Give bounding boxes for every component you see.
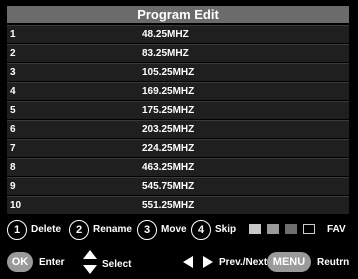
key-4-icon[interactable]: 4: [191, 220, 211, 240]
program-number: 1: [10, 29, 16, 40]
color-key-2-icon: [267, 224, 279, 234]
skip-label: Skip: [215, 224, 237, 235]
program-row-6[interactable]: 6 203.25MHZ: [7, 120, 349, 138]
key-legend-row-1: 1 Delete 2 Rename 3 Move 4 Skip FAV: [7, 220, 355, 240]
program-row-5[interactable]: 5 175.25MHZ: [7, 101, 349, 119]
program-row-7[interactable]: 7 224.25MHZ: [7, 139, 349, 157]
rename-label: Rename: [93, 224, 132, 235]
program-row-1[interactable]: 1 48.25MHZ: [7, 25, 349, 43]
program-frequency: 545.75MHZ: [142, 181, 195, 192]
program-number: 9: [10, 181, 16, 192]
program-row-3[interactable]: 3 105.25MHZ: [7, 63, 349, 81]
program-frequency: 105.25MHZ: [142, 67, 195, 78]
program-frequency: 463.25MHZ: [142, 162, 195, 173]
program-frequency: 224.25MHZ: [142, 143, 195, 154]
color-key-1-icon: [249, 224, 261, 234]
program-frequency: 169.25MHZ: [142, 86, 195, 97]
left-right-arrows-icon: [183, 256, 213, 268]
select-label: Select: [102, 259, 132, 270]
key-legend-row-2: OK Enter Select Prev./Next MENU Reutrn: [7, 250, 355, 274]
fav-label: FAV: [327, 224, 346, 235]
key-1-icon[interactable]: 1: [7, 220, 27, 240]
program-number: 10: [10, 200, 22, 211]
color-key-3-icon: [285, 224, 297, 234]
program-frequency: 175.25MHZ: [142, 105, 195, 116]
program-number: 3: [10, 67, 16, 78]
program-number: 8: [10, 162, 16, 173]
program-number: 5: [10, 105, 16, 116]
page-title: Program Edit: [7, 6, 349, 23]
move-label: Move: [161, 224, 187, 235]
delete-label: Delete: [31, 224, 62, 235]
prev-next-label: Prev./Next: [219, 257, 268, 268]
program-row-2[interactable]: 2 83.25MHZ: [7, 44, 349, 62]
enter-label: Enter: [39, 257, 65, 268]
ok-button[interactable]: OK: [7, 252, 33, 272]
program-row-8[interactable]: 8 463.25MHZ: [7, 158, 349, 176]
menu-button[interactable]: MENU: [267, 252, 311, 272]
program-frequency: 551.25MHZ: [142, 200, 195, 211]
color-key-4-icon: [303, 224, 315, 234]
up-down-arrows-icon: [83, 250, 97, 274]
program-frequency: 83.25MHZ: [142, 48, 189, 59]
program-row-4[interactable]: 4 169.25MHZ: [7, 82, 349, 100]
return-label: Reutrn: [317, 257, 350, 268]
program-list: 1 48.25MHZ 2 83.25MHZ 3 105.25MHZ 4 169.25MH…: [7, 25, 349, 215]
program-row-9[interactable]: 9 545.75MHZ: [7, 177, 349, 195]
program-number: 6: [10, 124, 16, 135]
program-row-10[interactable]: 10 551.25MHZ: [7, 196, 349, 214]
program-frequency: 48.25MHZ: [142, 29, 189, 40]
key-3-icon[interactable]: 3: [137, 220, 157, 240]
program-number: 2: [10, 48, 16, 59]
program-number: 4: [10, 86, 16, 97]
program-frequency: 203.25MHZ: [142, 124, 195, 135]
key-2-icon[interactable]: 2: [69, 220, 89, 240]
program-number: 7: [10, 143, 16, 154]
